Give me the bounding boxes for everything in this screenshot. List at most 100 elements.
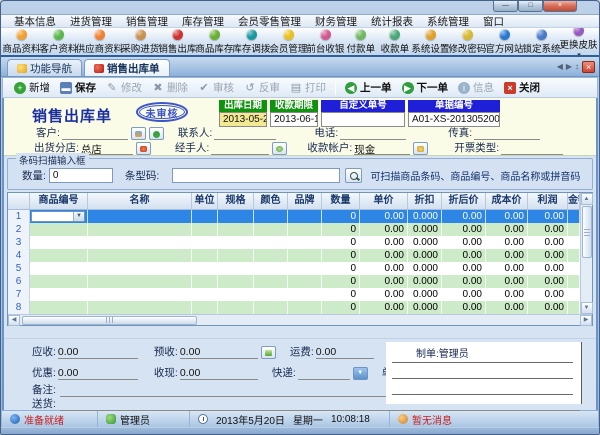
- field-input[interactable]: 0.00: [58, 346, 138, 359]
- table-cell[interactable]: [288, 288, 322, 301]
- column-header[interactable]: 规格: [218, 193, 254, 209]
- table-cell[interactable]: [30, 262, 88, 275]
- table-cell[interactable]: 5: [8, 262, 30, 275]
- barcode-input[interactable]: [172, 168, 340, 183]
- toolbar-button[interactable]: 库存调拨: [233, 29, 270, 55]
- scroll-up-icon[interactable]: ▲: [581, 193, 593, 205]
- table-cell[interactable]: 0.00: [360, 288, 408, 301]
- table-cell[interactable]: 0.00: [442, 210, 486, 223]
- table-cell[interactable]: [254, 275, 288, 288]
- tab-scroll-right-icon[interactable]: ▶: [566, 62, 572, 72]
- table-cell[interactable]: [568, 249, 580, 262]
- table-cell[interactable]: [192, 275, 218, 288]
- table-cell[interactable]: 0.00: [360, 275, 408, 288]
- product-code-combobox[interactable]: ▼: [31, 211, 85, 222]
- field-input[interactable]: [474, 127, 540, 140]
- table-row[interactable]: 400.000.0000.000.000.00: [8, 249, 580, 262]
- menu-item[interactable]: 统计报表: [364, 14, 420, 29]
- toolbar-button[interactable]: 官方网站: [486, 29, 523, 55]
- field-input[interactable]: 0.00: [180, 346, 258, 359]
- toolbar-button[interactable]: 销售出库: [159, 29, 196, 55]
- column-header[interactable]: 折后价: [442, 193, 486, 209]
- table-cell[interactable]: [568, 236, 580, 249]
- table-cell[interactable]: [30, 223, 88, 236]
- table-cell[interactable]: 0: [322, 223, 360, 236]
- close-doc-button[interactable]: ×关闭: [499, 80, 545, 95]
- toolbar-button[interactable]: 商品库存: [196, 29, 233, 55]
- table-cell[interactable]: 8: [8, 301, 30, 314]
- table-cell[interactable]: [192, 210, 218, 223]
- table-cell[interactable]: [568, 210, 580, 223]
- table-cell[interactable]: [192, 301, 218, 314]
- column-header[interactable]: 品牌: [288, 193, 322, 209]
- table-cell[interactable]: 0.00: [442, 301, 486, 314]
- table-cell[interactable]: 0.00: [528, 210, 568, 223]
- field-input[interactable]: 0.00: [316, 346, 374, 359]
- table-cell[interactable]: 0.00: [486, 223, 528, 236]
- table-cell[interactable]: 0.00: [442, 288, 486, 301]
- table-cell[interactable]: 0.00: [486, 236, 528, 249]
- title-bar[interactable]: — □ ×: [1, 1, 599, 14]
- table-cell[interactable]: [288, 210, 322, 223]
- table-cell[interactable]: [88, 301, 192, 314]
- toolbar-button[interactable]: 付款单: [344, 29, 378, 55]
- table-cell[interactable]: [254, 210, 288, 223]
- tab-scroll-left-icon[interactable]: ◀: [557, 62, 563, 72]
- table-cell[interactable]: 0.00: [528, 236, 568, 249]
- table-cell[interactable]: 0.00: [360, 262, 408, 275]
- table-cell[interactable]: 0: [322, 288, 360, 301]
- table-cell[interactable]: 0.00: [486, 262, 528, 275]
- table-cell[interactable]: [218, 249, 254, 262]
- toolbar-button[interactable]: 系统设置: [412, 29, 449, 55]
- table-cell[interactable]: 2: [8, 223, 30, 236]
- table-cell[interactable]: [88, 223, 192, 236]
- magnifier-icon[interactable]: [345, 168, 362, 183]
- table-cell[interactable]: 0.00: [486, 249, 528, 262]
- combo-dropdown-icon[interactable]: ▼: [73, 212, 84, 221]
- table-row[interactable]: 300.000.0000.000.000.00: [8, 236, 580, 249]
- table-cell[interactable]: 0.00: [528, 275, 568, 288]
- table-row[interactable]: 700.000.0000.000.000.00: [8, 288, 580, 301]
- table-cell[interactable]: 0.00: [528, 262, 568, 275]
- table-cell[interactable]: 0.00: [442, 236, 486, 249]
- column-header[interactable]: 名称: [88, 193, 192, 209]
- toolbar-button[interactable]: 更换皮肤▾: [560, 28, 597, 57]
- note-icon[interactable]: [261, 346, 276, 359]
- table-cell[interactable]: [30, 236, 88, 249]
- table-cell[interactable]: [218, 275, 254, 288]
- table-row[interactable]: 1▼00.000.0000.000.000.00: [8, 210, 580, 223]
- scroll-left-icon[interactable]: ◀: [8, 315, 20, 326]
- table-cell[interactable]: 0.00: [528, 223, 568, 236]
- table-cell[interactable]: [30, 249, 88, 262]
- table-cell[interactable]: 0.00: [486, 210, 528, 223]
- column-header[interactable]: 折扣: [408, 193, 442, 209]
- table-cell[interactable]: 0.00: [442, 249, 486, 262]
- field-input[interactable]: 0.00: [180, 367, 258, 380]
- toolbar-button[interactable]: 前台收银: [307, 29, 344, 55]
- table-cell[interactable]: [218, 223, 254, 236]
- table-cell[interactable]: [288, 262, 322, 275]
- table-row[interactable]: 800.000.0000.000.000.00: [8, 301, 580, 314]
- add-button[interactable]: +新增: [9, 80, 55, 95]
- toolbar-button[interactable]: 修改密码: [449, 29, 486, 55]
- tab-pin-icon[interactable]: ↕: [575, 62, 579, 72]
- menu-item[interactable]: 基本信息: [7, 14, 63, 29]
- field-input[interactable]: 总店: [81, 142, 133, 155]
- table-cell[interactable]: [88, 288, 192, 301]
- table-cell[interactable]: [88, 262, 192, 275]
- table-cell[interactable]: 0.000: [408, 262, 442, 275]
- table-cell[interactable]: 0.000: [408, 275, 442, 288]
- save-button[interactable]: ▬保存: [55, 80, 101, 95]
- table-cell[interactable]: [288, 301, 322, 314]
- table-cell[interactable]: [192, 262, 218, 275]
- table-cell[interactable]: [218, 288, 254, 301]
- field-input[interactable]: [501, 142, 563, 155]
- store-icon[interactable]: [136, 142, 151, 155]
- field-input[interactable]: [214, 127, 276, 140]
- maximize-button[interactable]: □: [518, 1, 543, 12]
- table-cell[interactable]: [568, 262, 580, 275]
- table-cell[interactable]: [88, 249, 192, 262]
- info-button[interactable]: i信息: [453, 80, 499, 95]
- toolbar-button[interactable]: 供应商资料: [77, 29, 122, 55]
- table-cell[interactable]: 3: [8, 236, 30, 249]
